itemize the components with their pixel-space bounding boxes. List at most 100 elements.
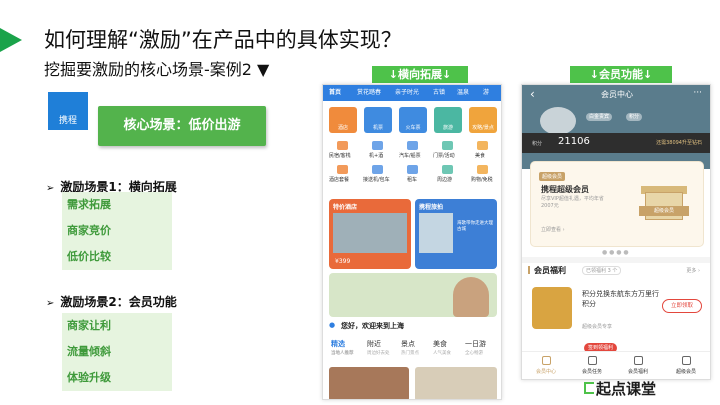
- travel-entry[interactable]: 旅游: [434, 107, 462, 133]
- grid-small-label[interactable]: 酒店套餐: [329, 176, 349, 183]
- bullet-arrow-icon: ➢: [46, 183, 55, 194]
- discover-tab-label: 美食: [433, 340, 447, 348]
- super-member-card[interactable]: 超级会员 携程超级会员 尽享VIP超值礼遇，平均年省2007元 立即查看 › 超…: [530, 161, 704, 247]
- benefit-subtitle: 超级会员专享: [582, 324, 613, 330]
- discover-tab-label: 一日游: [465, 340, 486, 348]
- flight-entry[interactable]: 机票: [364, 107, 392, 133]
- member-center-screenshot: ‹ 会员中心 ··· 白金贵宾 积分 积分 21106 还需38094升至钻石 …: [521, 84, 711, 380]
- claim-now-button[interactable]: 立即领取: [662, 299, 702, 313]
- discover-tab-label: 精选: [331, 340, 345, 348]
- scene2-item: 流量倾斜: [67, 345, 111, 358]
- benefit-title: 积分兑换东航东方万里行积分: [582, 290, 659, 308]
- gift-ribbon-label: 超级会员: [639, 206, 689, 216]
- grid-small-label[interactable]: 门票/活动: [433, 152, 455, 159]
- travel-photo-promo[interactable]: 携程旅拍 海歌带你走进大理古城: [415, 199, 497, 269]
- bottom-nav: 会员中心 会员任务 会员福利 超级会员: [522, 351, 710, 379]
- scene1-panel: 需求拓展 商家竞价 低价比较: [62, 192, 172, 270]
- nav-label: 会员任务: [581, 369, 602, 375]
- brand-logo-mark: [584, 382, 594, 394]
- entry-label: 攻略/景点: [472, 125, 494, 131]
- grid-small-label[interactable]: 购物/免税: [471, 176, 493, 183]
- scene1-item: 需求拓展: [67, 198, 111, 211]
- grid-small-label[interactable]: 美食: [475, 152, 485, 159]
- section-divider: [522, 257, 710, 263]
- home-tab[interactable]: 首页: [329, 85, 341, 101]
- discover-tab-label: 景点: [401, 340, 415, 348]
- scene1-item: 低价比较: [67, 250, 111, 263]
- promo-title: 特价酒店: [333, 204, 358, 211]
- grid-small-label[interactable]: 机+酒: [369, 152, 383, 159]
- scene2-item: 商家让利: [67, 319, 111, 332]
- discover-tab-sub: 全心畅游: [465, 351, 483, 356]
- nav-member-center[interactable]: 会员中心: [526, 356, 566, 375]
- discover-tab-sub: 当地人推荐: [331, 351, 354, 356]
- train-entry[interactable]: 火车票: [399, 107, 427, 133]
- grid-small-label[interactable]: 租车: [407, 176, 417, 183]
- discover-tab[interactable]: 附近 周边好去处: [367, 339, 390, 356]
- section-accent-bar: [528, 266, 530, 274]
- grid-small-label[interactable]: 民宿/客栈: [329, 152, 351, 159]
- hotel-entry[interactable]: 酒店: [329, 107, 357, 133]
- brand-watermark: 起点课堂: [596, 380, 657, 398]
- car-icon: [372, 165, 383, 174]
- home-tab[interactable]: 亲子时光: [395, 85, 419, 101]
- view-now-link[interactable]: 立即查看 ›: [541, 226, 565, 233]
- campaign-banner[interactable]: [329, 273, 497, 317]
- entry-label: 机票: [372, 125, 383, 131]
- points-label: 积分: [532, 141, 543, 147]
- promo-image: [333, 213, 407, 253]
- grid-small-label[interactable]: 汽车/船票: [399, 152, 421, 159]
- location-pin-icon: ●: [329, 321, 336, 329]
- discover-tab[interactable]: 精选 当地人推荐: [331, 339, 354, 356]
- home-tab[interactable]: 赏花踏春: [357, 85, 381, 101]
- home-tab[interactable]: 游: [483, 85, 489, 101]
- discover-tab-label: 附近: [367, 340, 381, 348]
- core-scene-box: 核心场景：低价出游: [98, 106, 266, 146]
- super-member-desc: 尽享VIP超值礼遇，平均年省2007元: [541, 196, 604, 209]
- food-image: [415, 367, 497, 399]
- promo-desc: 海歌带你走进大理古城: [457, 221, 493, 232]
- nav-member-tasks[interactable]: 会员任务: [572, 356, 612, 375]
- more-dots-icon[interactable]: ···: [693, 88, 702, 98]
- carousel-dots: ● ● ● ●: [602, 249, 629, 256]
- benefits-count-tag: 已领福利 3 个: [582, 266, 622, 275]
- ctrip-logo: 携程: [48, 92, 88, 130]
- nearby-icon: [442, 165, 453, 174]
- ctrip-home-screenshot: 首页 赏花踏春 亲子时光 古镇 温泉 游 酒店 机票 火车票 旅游 攻略/景点 …: [322, 84, 502, 400]
- slide-title: 如何理解“激励”在产品中的具体实现？: [44, 28, 402, 52]
- scene1-item: 商家竞价: [67, 224, 111, 237]
- nav-label: 会员福利: [627, 369, 648, 375]
- scene2-item: 体验升级: [67, 371, 111, 384]
- guide-entry[interactable]: 攻略/景点: [469, 107, 497, 133]
- discover-tab[interactable]: 一日游 全心畅游: [465, 339, 486, 356]
- more-link[interactable]: 更多 ›: [686, 267, 700, 274]
- grid-small-label[interactable]: 接送机/包车: [363, 176, 390, 183]
- shopping-icon: [477, 165, 488, 174]
- ctrip-logo-text: 携程: [58, 116, 77, 126]
- home-tab[interactable]: 温泉: [457, 85, 469, 101]
- super-member-title: 携程超级会员: [541, 185, 589, 194]
- member-center-title: 会员中心: [601, 90, 633, 99]
- discover-tab-sub: 热门景点: [401, 351, 419, 356]
- nav-super-member[interactable]: 超级会员: [666, 356, 706, 375]
- grid-small-label[interactable]: 周边游: [437, 176, 452, 183]
- slide-marker-triangle: [0, 28, 22, 52]
- nav-member-benefits[interactable]: 会员福利: [618, 356, 658, 375]
- tag-member-features: ↓会员功能↓: [570, 66, 672, 83]
- special-hotel-promo[interactable]: 特价酒店 ¥399: [329, 199, 411, 269]
- task-icon: [587, 356, 597, 365]
- home-tab[interactable]: 古镇: [433, 85, 445, 101]
- member-header: ‹ 会员中心 ··· 白金贵宾 积分 积分 21106 还需38094升至钻石: [522, 85, 710, 169]
- home-icon: [541, 356, 551, 365]
- nav-label: 超级会员: [675, 369, 696, 375]
- home-top-bar: 首页 赏花踏春 亲子时光 古镇 温泉 游: [323, 85, 501, 101]
- discover-tab[interactable]: 美食 人气美食: [433, 339, 451, 356]
- hotel-package-icon: [337, 165, 348, 174]
- points-upgrade-note: 还需38094升至钻石: [656, 140, 702, 146]
- points-badge: 积分: [626, 113, 643, 121]
- food-feed: [323, 365, 501, 399]
- discover-tab[interactable]: 景点 热门景点: [401, 339, 419, 356]
- bullet-arrow-icon: ➢: [46, 298, 55, 309]
- slide-subtitle: 挖掘要激励的核心场景-案例2 ▼: [44, 60, 270, 79]
- food-image: [329, 367, 409, 399]
